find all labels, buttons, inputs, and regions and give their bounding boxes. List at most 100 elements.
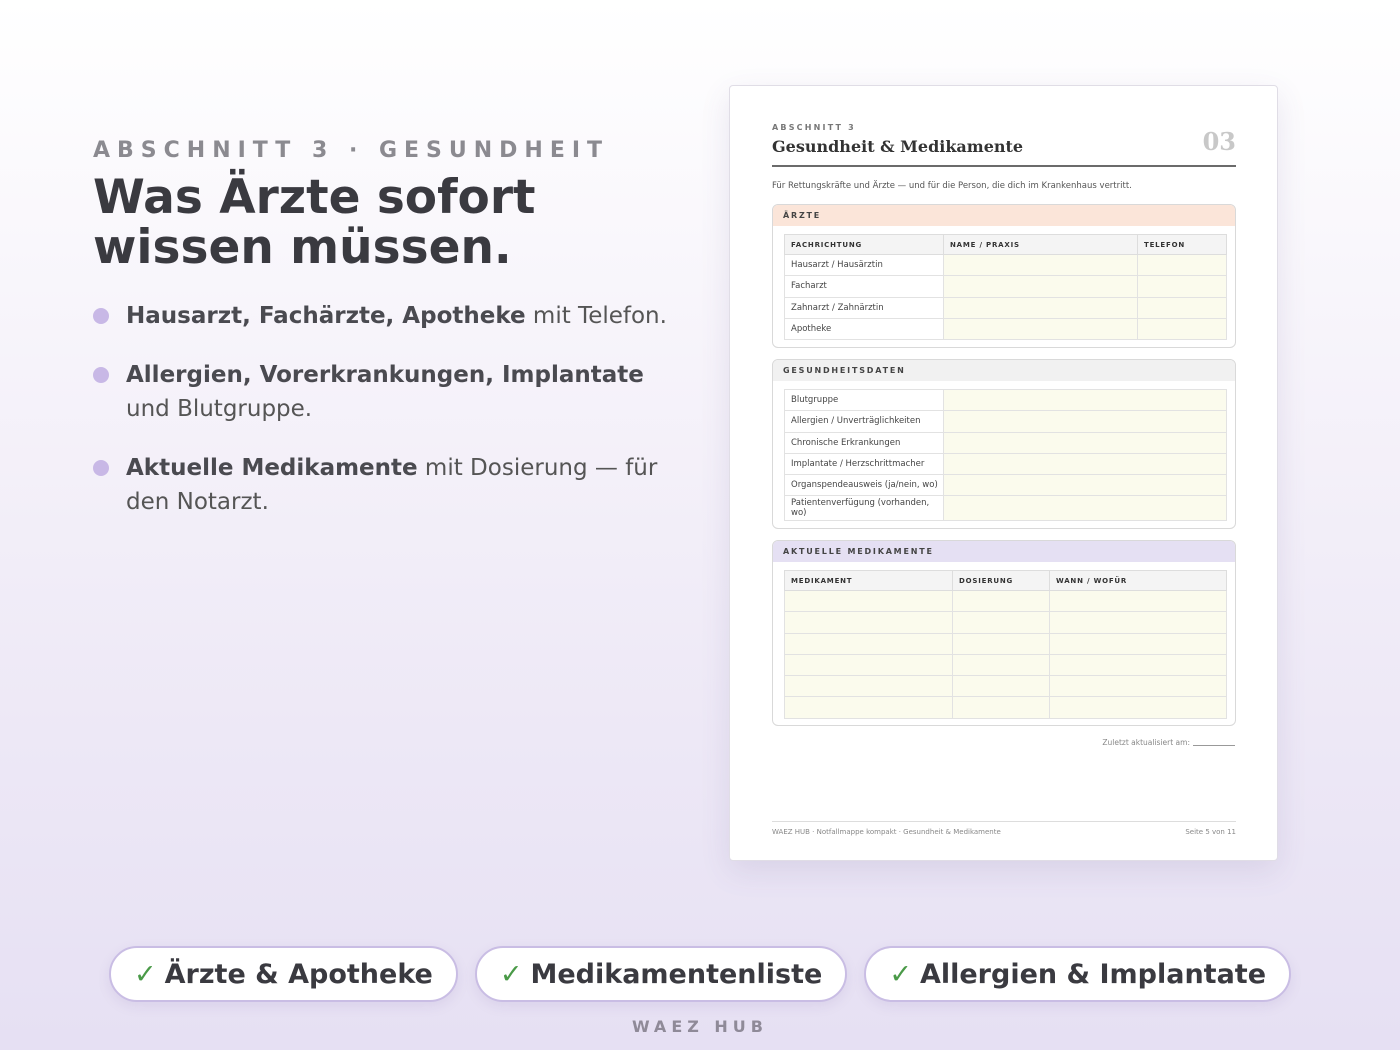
fill-cell bbox=[784, 589, 953, 613]
section-heading: AKTUELLE MEDIKAMENTE bbox=[773, 541, 1235, 562]
footer-page-count: Seite 5 von 11 bbox=[1185, 828, 1236, 836]
table-row: Patientenverfügung (vorhanden, wo) bbox=[784, 495, 1227, 522]
feature-item: Hausarzt, Fachärzte, Apotheke mit Telefo… bbox=[93, 299, 683, 333]
page-header: ABSCHNITT 3 Gesundheit & Medikamente 03 bbox=[772, 123, 1236, 167]
section-aerzte: ÄRZTE FACHRICHTUNG NAME / PRAXIS TELEFON… bbox=[772, 204, 1236, 348]
table-row: Allergien / Unverträglichkeiten bbox=[784, 410, 1227, 433]
fill-cell bbox=[784, 611, 953, 634]
column-header: TELEFON bbox=[1137, 234, 1227, 255]
table-header-row: MEDIKAMENT DOSIERUNG WANN / WOFÜR bbox=[784, 570, 1227, 591]
fill-cell bbox=[1049, 653, 1227, 677]
table-row: Blutgruppe bbox=[784, 388, 1227, 412]
feature-list: Hausarzt, Fachärzte, Apotheke mit Telefo… bbox=[93, 299, 683, 519]
section-medikamente: AKTUELLE MEDIKAMENTE MEDIKAMENT DOSIERUN… bbox=[772, 540, 1236, 726]
pill-allergien-implantate: ✓ Allergien & Implantate bbox=[864, 946, 1292, 1002]
check-icon: ✓ bbox=[499, 958, 523, 990]
pill-label: Ärzte & Apotheke bbox=[164, 958, 433, 990]
section-eyebrow: ABSCHNITT 3 · GESUNDHEIT bbox=[93, 138, 610, 163]
row-label: Organspendeausweis (ja/nein, wo) bbox=[784, 474, 944, 497]
column-header: NAME / PRAXIS bbox=[943, 234, 1138, 255]
fill-cell bbox=[943, 495, 1227, 522]
table-row: Facharzt bbox=[784, 275, 1227, 298]
fill-cell bbox=[952, 632, 1050, 655]
fill-cell bbox=[784, 696, 953, 719]
table-header-row: FACHRICHTUNG NAME / PRAXIS TELEFON bbox=[784, 234, 1227, 255]
date-line bbox=[1193, 745, 1235, 746]
fill-cell bbox=[943, 317, 1138, 341]
table-row bbox=[784, 632, 1227, 655]
brand-logo-text: WAEZ HUB bbox=[632, 1017, 768, 1036]
last-updated: Zuletzt aktualisiert am: bbox=[1102, 738, 1235, 747]
fill-cell bbox=[1137, 253, 1227, 277]
row-label: Blutgruppe bbox=[784, 388, 944, 412]
table-row bbox=[784, 653, 1227, 677]
fill-cell bbox=[952, 653, 1050, 677]
aerzte-table: FACHRICHTUNG NAME / PRAXIS TELEFON Hausa… bbox=[784, 234, 1227, 341]
fill-cell bbox=[1049, 611, 1227, 634]
page-intro: Für Rettungskräfte und Ärzte — und für d… bbox=[772, 181, 1132, 191]
medikamente-table: MEDIKAMENT DOSIERUNG WANN / WOFÜR bbox=[784, 570, 1227, 719]
row-label: Implantate / Herzschrittmacher bbox=[784, 452, 944, 476]
check-icon: ✓ bbox=[133, 958, 157, 990]
fill-cell bbox=[1049, 589, 1227, 613]
feature-item: Aktuelle Medikamente mit Dosierung — für… bbox=[93, 451, 683, 519]
fill-cell bbox=[943, 410, 1227, 433]
fill-cell bbox=[1137, 275, 1227, 298]
section-gesundheitsdaten: GESUNDHEITSDATEN Blutgruppe Allergien / … bbox=[772, 359, 1236, 529]
bullet-dot-icon bbox=[93, 308, 109, 324]
footer-left: WAEZ HUB · Notfallmappe kompakt · Gesund… bbox=[772, 828, 1001, 836]
row-label: Facharzt bbox=[784, 275, 944, 298]
column-header: FACHRICHTUNG bbox=[784, 234, 944, 255]
headline-line-2: wissen müssen. bbox=[93, 220, 512, 275]
row-label: Hausarzt / Hausärztin bbox=[784, 253, 944, 277]
table-row: Zahnarzt / Zahnärztin bbox=[784, 296, 1227, 319]
fill-cell bbox=[943, 452, 1227, 476]
page-eyebrow: ABSCHNITT 3 bbox=[772, 123, 856, 132]
fill-cell bbox=[952, 611, 1050, 634]
fill-cell bbox=[1049, 632, 1227, 655]
gesundheit-table: Blutgruppe Allergien / Unverträglichkeit… bbox=[784, 388, 1227, 522]
feature-pills: ✓ Ärzte & Apotheke ✓ Medikamentenliste ✓… bbox=[0, 946, 1400, 1002]
feature-text: und Blutgruppe. bbox=[126, 396, 313, 422]
bullet-dot-icon bbox=[93, 367, 109, 383]
fill-cell bbox=[784, 653, 953, 677]
fill-cell bbox=[943, 431, 1227, 454]
pill-aerzte-apotheke: ✓ Ärzte & Apotheke bbox=[108, 946, 458, 1002]
column-header: DOSIERUNG bbox=[952, 570, 1050, 591]
feature-item: Allergien, Vorerkrankungen, Implantate u… bbox=[93, 358, 683, 426]
fill-cell bbox=[1137, 296, 1227, 319]
table-row bbox=[784, 696, 1227, 719]
row-label: Allergien / Unverträglichkeiten bbox=[784, 410, 944, 433]
row-label: Zahnarzt / Zahnärztin bbox=[784, 296, 944, 319]
pill-label: Medikamentenliste bbox=[530, 958, 823, 990]
fill-cell bbox=[952, 675, 1050, 698]
row-label: Apotheke bbox=[784, 317, 944, 341]
page-section-number: 03 bbox=[1202, 127, 1236, 156]
table-row bbox=[784, 589, 1227, 613]
feature-bold: Hausarzt, Fachärzte, Apotheke bbox=[126, 303, 526, 329]
fill-cell bbox=[1137, 317, 1227, 341]
fill-cell bbox=[784, 632, 953, 655]
section-heading: GESUNDHEITSDATEN bbox=[773, 360, 1235, 381]
fill-cell bbox=[952, 589, 1050, 613]
fill-cell bbox=[1049, 696, 1227, 719]
feature-bold: Allergien, Vorerkrankungen, Implantate bbox=[126, 362, 644, 388]
document-page-preview: ABSCHNITT 3 Gesundheit & Medikamente 03 … bbox=[729, 85, 1278, 861]
fill-cell bbox=[784, 675, 953, 698]
feature-bold: Aktuelle Medikamente bbox=[126, 455, 418, 481]
section-heading: ÄRZTE bbox=[773, 205, 1235, 226]
table-row: Implantate / Herzschrittmacher bbox=[784, 452, 1227, 476]
fill-cell bbox=[943, 253, 1138, 277]
fill-cell bbox=[943, 275, 1138, 298]
pill-label: Allergien & Implantate bbox=[919, 958, 1267, 990]
table-row: Apotheke bbox=[784, 317, 1227, 341]
fill-cell bbox=[943, 388, 1227, 412]
row-label: Chronische Erkrankungen bbox=[784, 431, 944, 454]
fill-cell bbox=[952, 696, 1050, 719]
fill-cell bbox=[1049, 675, 1227, 698]
bullet-dot-icon bbox=[93, 460, 109, 476]
table-row bbox=[784, 675, 1227, 698]
headline: Was Ärzte sofort wissen müssen. bbox=[93, 173, 683, 273]
page-footer: WAEZ HUB · Notfallmappe kompakt · Gesund… bbox=[772, 821, 1236, 836]
fill-cell bbox=[943, 474, 1227, 497]
